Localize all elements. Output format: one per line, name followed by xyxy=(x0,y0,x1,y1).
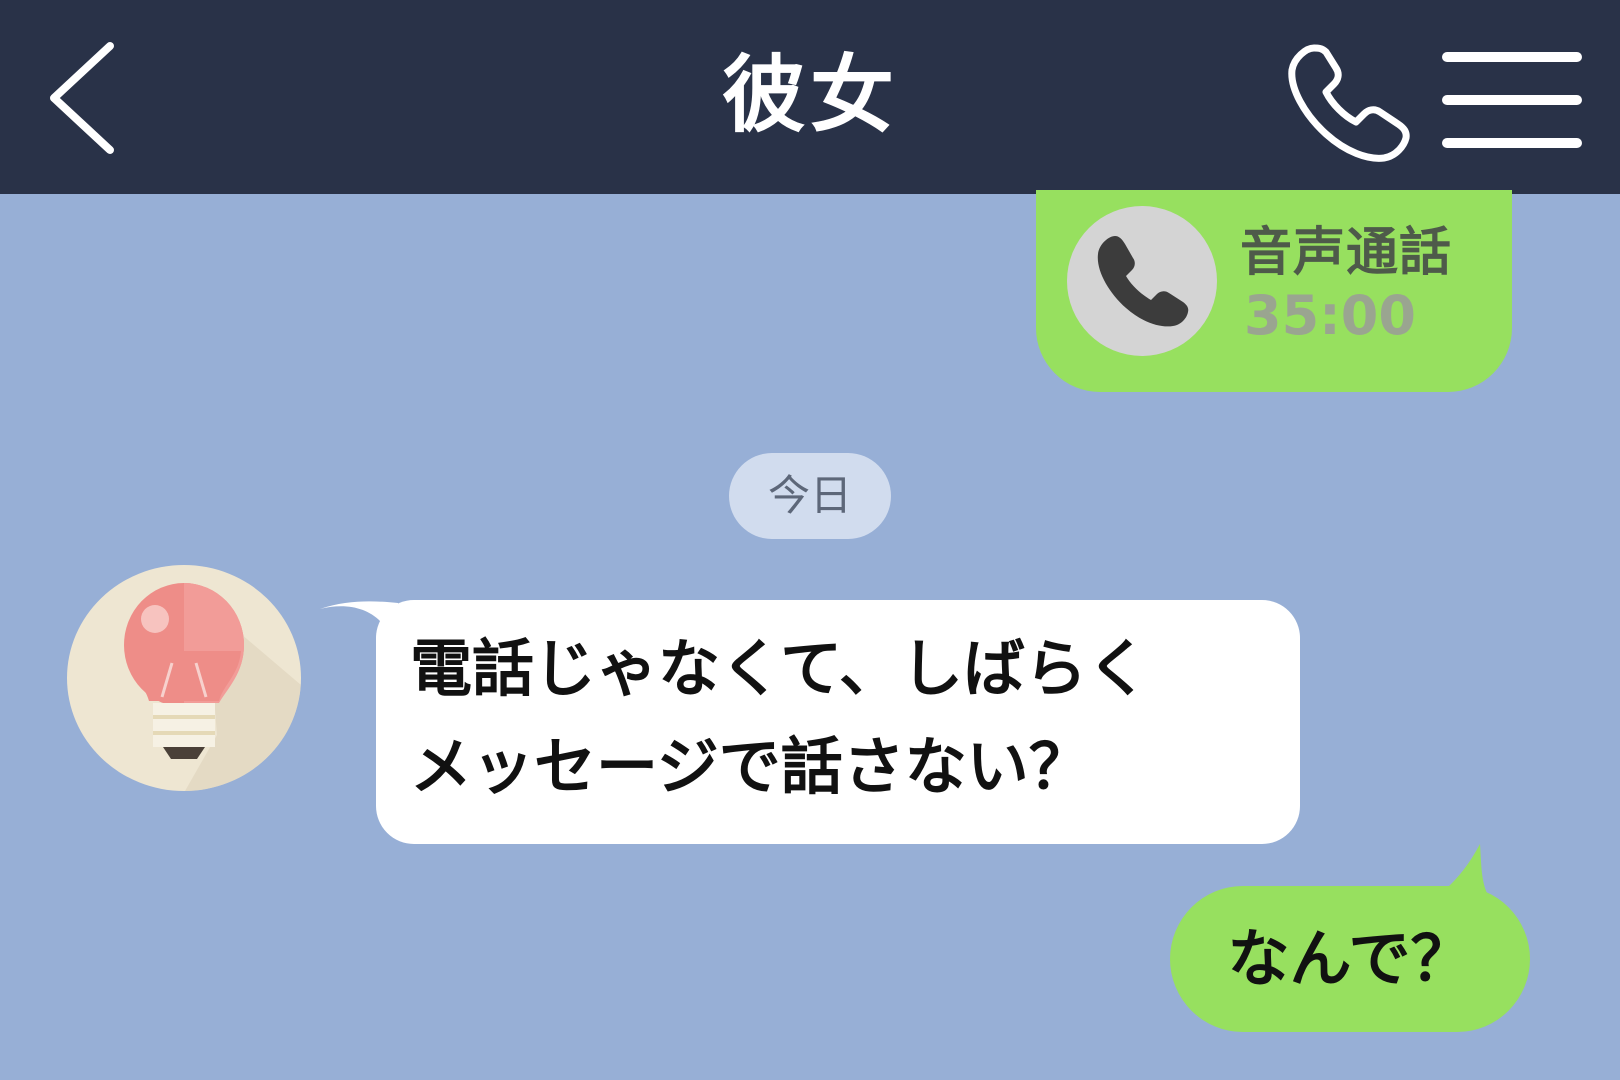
phone-icon xyxy=(1288,44,1410,162)
call-log-type: 音声通話 xyxy=(1240,223,1453,283)
sent-message-text: なんで？ xyxy=(1227,922,1473,995)
light-bulb-icon xyxy=(124,583,301,791)
call-log-duration: 35:00 xyxy=(1244,284,1416,347)
chat-header: 彼女 xyxy=(0,0,1620,194)
call-log-icon-circle xyxy=(1067,206,1217,356)
received-message-line: メッセージで話さない？ xyxy=(410,730,1091,803)
hamburger-menu-icon xyxy=(1442,52,1582,148)
phone-icon xyxy=(1097,236,1189,327)
voice-call-button[interactable] xyxy=(1284,40,1414,165)
date-separator: 今日 xyxy=(729,453,891,539)
received-message-line: 電話じゃなくて、しばらく xyxy=(410,632,1150,705)
received-message-text: 電話じゃなくて、しばらく メッセージで話さない？ xyxy=(410,620,1290,816)
contact-avatar[interactable] xyxy=(67,565,301,791)
menu-button[interactable] xyxy=(1438,48,1586,152)
